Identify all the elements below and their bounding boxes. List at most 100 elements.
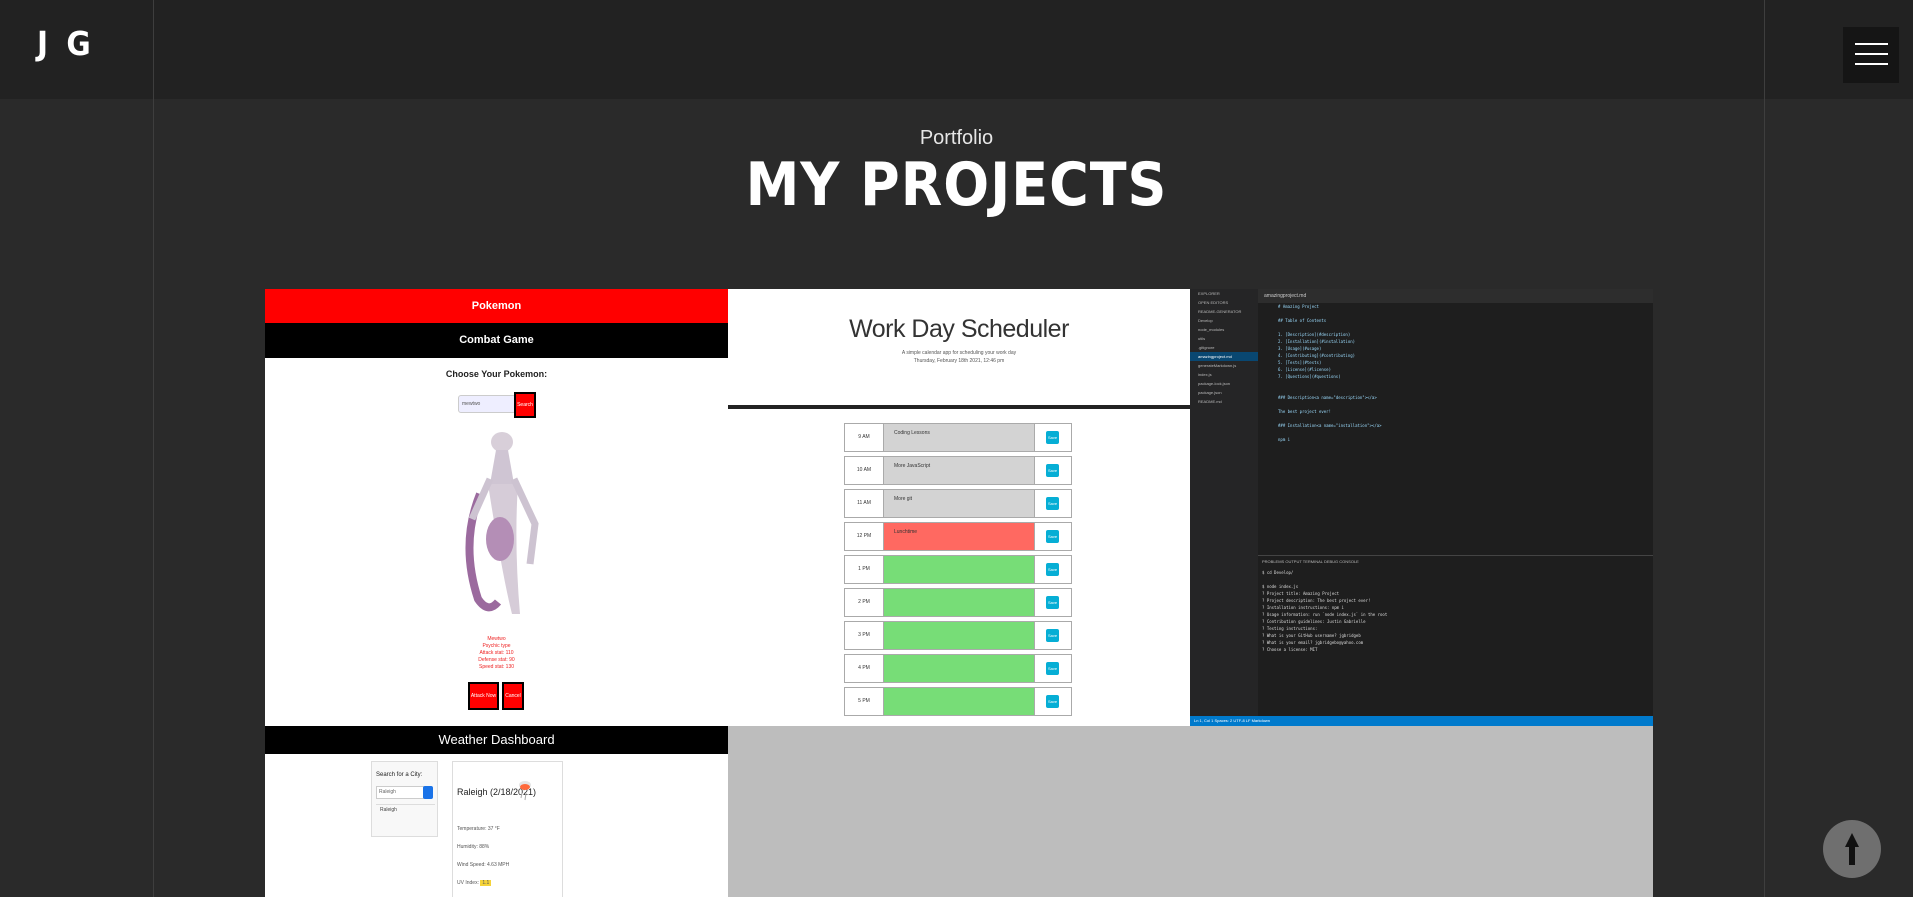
scheduler-divider: [728, 405, 1190, 409]
project-tile-readme-generator[interactable]: EXPLORER OPEN EDITORS README-GENERATOR Deve…: [1190, 289, 1653, 726]
stat-line: Psychic type: [482, 643, 511, 649]
project-tile-placeholder[interactable]: [728, 726, 1653, 897]
vscode-panel-tabs: PROBLEMS OUTPUT TERMINAL DEBUG CONSOLE: [1258, 555, 1653, 567]
terminal-line: ? Project description: The best project …: [1262, 598, 1371, 603]
editor-line: 4. [Contributing](#contributing): [1278, 353, 1356, 358]
stat-line: Attack stat: 110: [479, 650, 514, 656]
scheduler-save-button: Save: [1034, 424, 1071, 451]
scheduler-save-button: Save: [1034, 622, 1071, 649]
explorer-item: index.js: [1198, 372, 1212, 377]
scheduler-hour: 11 AM: [845, 490, 884, 517]
site-logo[interactable]: J G: [37, 24, 95, 63]
back-to-top-button[interactable]: [1823, 820, 1881, 878]
scheduler-save-button: Save: [1034, 457, 1071, 484]
scheduler-hour: 12 PM: [845, 523, 884, 550]
scheduler-description: A simple calendar app for scheduling you…: [901, 350, 1017, 356]
terminal-line: $ node index.js: [1262, 584, 1299, 589]
explorer-item: package.json: [1198, 390, 1222, 395]
project-tile-scheduler[interactable]: Work Day Scheduler A simple calendar app…: [728, 289, 1190, 726]
explorer-item: Develop: [1198, 318, 1213, 323]
explorer-item: generateMarkdown.js: [1198, 363, 1237, 368]
editor-line: 5. [Tests](#tests): [1278, 360, 1322, 365]
scheduler-event-text: [884, 688, 1037, 715]
explorer-item: node_modules: [1198, 327, 1225, 332]
hamburger-icon: [1855, 43, 1888, 45]
save-label: Save: [1046, 629, 1059, 642]
scheduler-event-text: [884, 589, 1037, 616]
save-label: Save: [1046, 563, 1059, 576]
uv-label: UV Index:: [457, 880, 479, 886]
weather-search-panel: Search for a City: Raleigh Raleigh: [371, 761, 438, 837]
scheduler-event-text: [884, 655, 1037, 682]
terminal-line: ? Project title: Amazing Project: [1262, 591, 1340, 596]
explorer-item: README.md: [1198, 399, 1222, 404]
vscode-status-bar: Ln 1, Col 1 Spaces: 2 UTF-8 LF Markdown: [1190, 716, 1653, 726]
pokemon-attack-button: Attack Now: [468, 682, 499, 710]
weather-search-input: Raleigh: [376, 786, 424, 799]
scheduler-save-button: Save: [1034, 523, 1071, 550]
site-header: [0, 0, 1913, 99]
mewtwo-image: [465, 432, 539, 614]
scheduler-event-text: [884, 556, 1037, 583]
scheduler-row: 5 PM Save: [844, 687, 1072, 716]
vscode-editor: # Amazing Project ## Table of Contents 1. …: [1258, 303, 1653, 555]
explorer-item: README-GENERATOR: [1198, 309, 1242, 314]
editor-line: # Amazing Project: [1278, 304, 1319, 309]
save-label: Save: [1046, 596, 1059, 609]
scheduler-row: 9 AM Coding Lessons Save: [844, 423, 1072, 452]
menu-button[interactable]: [1843, 27, 1899, 83]
scheduler-hour: 4 PM: [845, 655, 884, 682]
weather-title: Weather Dashboard: [265, 726, 728, 754]
terminal-line: ? Usage information: run `node index.js`…: [1262, 612, 1388, 617]
scheduler-event-text: More JavaScript: [884, 457, 1037, 484]
editor-line: ### Description<a name="description"></a…: [1278, 395, 1377, 400]
vscode-tab: amazingproject.md: [1258, 289, 1653, 303]
stat-line: Defense stat: 90: [478, 657, 515, 663]
weather-detail: Wind Speed: 4.63 MPH: [457, 862, 510, 868]
section-kicker: Portfolio: [919, 127, 994, 149]
scheduler-hour: 9 AM: [845, 424, 884, 451]
pokemon-stats: Mewtwo Psychic type Attack stat: 110 Def…: [265, 636, 728, 671]
save-label: Save: [1046, 497, 1059, 510]
scheduler-subtitle: A simple calendar app for scheduling you…: [728, 349, 1190, 365]
scheduler-hour: 10 AM: [845, 457, 884, 484]
editor-line: npm i: [1278, 437, 1291, 442]
weather-detail: Humidity: 88%: [457, 844, 490, 850]
scheduler-save-button: Save: [1034, 688, 1071, 715]
scheduler-row: 4 PM Save: [844, 654, 1072, 683]
weather-detail: UV Index: 1.1: [457, 880, 492, 886]
stat-line: Mewtwo: [487, 636, 506, 642]
terminal-line: ? Testing instructions:: [1262, 626, 1318, 631]
scheduler-event-text: More git: [884, 490, 1037, 517]
terminal-line: ? What is your email? jgbridgebo@yahoo.c…: [1262, 640, 1364, 645]
hamburger-icon: [1855, 63, 1888, 65]
editor-line: The best project ever!: [1278, 409, 1331, 414]
editor-line: 7. [Questions](#questions): [1278, 374, 1341, 379]
scheduler-row: 1 PM Save: [844, 555, 1072, 584]
weather-detail: Temperature: 37 °F: [457, 826, 500, 832]
section-title: MY PROJECTS: [745, 150, 1168, 220]
pokemon-input: mewtwo: [458, 395, 516, 413]
project-tile-weather[interactable]: Weather Dashboard Search for a City: Ral…: [265, 726, 728, 897]
project-tile-pokemon[interactable]: Pokemon Combat Game Choose Your Pokemon:…: [265, 289, 728, 726]
grid-line: [1764, 0, 1765, 897]
weather-current-card: Raleigh (2/18/2021) Temperature: 37 °F H…: [452, 761, 563, 897]
explorer-item: amazingproject.md: [1190, 352, 1258, 361]
pokemon-search-button: Search: [514, 392, 536, 418]
terminal-line: $ cd Develop/: [1262, 570, 1294, 575]
save-label: Save: [1046, 662, 1059, 675]
scheduler-hour: 2 PM: [845, 589, 884, 616]
editor-line: ## Table of Contents: [1278, 318, 1327, 323]
scheduler-row: 2 PM Save: [844, 588, 1072, 617]
scheduler-hour: 1 PM: [845, 556, 884, 583]
pokemon-cancel-button: Cancel: [502, 682, 524, 710]
weather-search-button: [423, 786, 433, 799]
scheduler-hour: 3 PM: [845, 622, 884, 649]
